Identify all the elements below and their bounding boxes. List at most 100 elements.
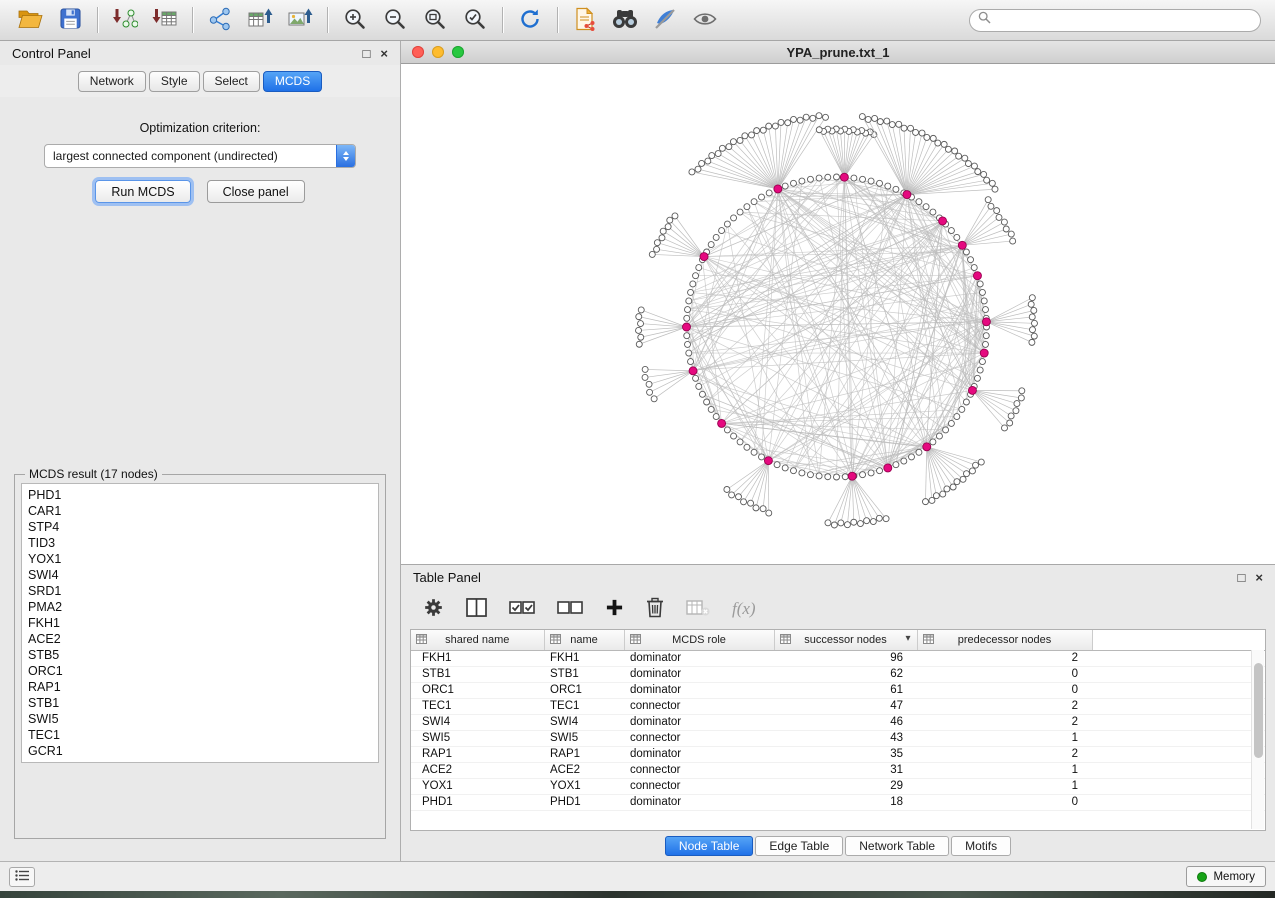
- cell-name[interactable]: TEC1: [544, 698, 624, 714]
- cell-predecessor-nodes[interactable]: 1: [917, 730, 1092, 746]
- cell-shared-name[interactable]: ORC1: [411, 682, 544, 698]
- table-row[interactable]: SWI5SWI5connector431: [411, 730, 1265, 746]
- select-all-button[interactable]: [509, 599, 535, 620]
- mcds-result-item[interactable]: RAP1: [28, 679, 372, 695]
- table-row[interactable]: SWI4SWI4dominator462: [411, 714, 1265, 730]
- cell-mcds-role[interactable]: connector: [624, 762, 774, 778]
- cell-predecessor-nodes[interactable]: 2: [917, 698, 1092, 714]
- cell-mcds-role[interactable]: connector: [624, 698, 774, 714]
- cell-mcds-role[interactable]: connector: [624, 778, 774, 794]
- hide-selected-button[interactable]: [645, 4, 685, 36]
- refresh-button[interactable]: [510, 4, 550, 36]
- run-mcds-button[interactable]: Run MCDS: [95, 180, 190, 203]
- table-row[interactable]: STB1STB1dominator620: [411, 666, 1265, 682]
- table-row[interactable]: ORC1ORC1dominator610: [411, 682, 1265, 698]
- add-column-button[interactable]: [605, 598, 624, 620]
- mcds-result-item[interactable]: STB5: [28, 647, 372, 663]
- mcds-result-item[interactable]: TID3: [28, 535, 372, 551]
- table-row[interactable]: RAP1RAP1dominator352: [411, 746, 1265, 762]
- import-network-button[interactable]: [105, 4, 145, 36]
- cell-predecessor-nodes[interactable]: 2: [917, 650, 1092, 666]
- cell-successor-nodes[interactable]: 29: [774, 778, 917, 794]
- cell-mcds-role[interactable]: dominator: [624, 746, 774, 762]
- mcds-result-item[interactable]: PHD1: [28, 487, 372, 503]
- criterion-dropdown[interactable]: largest connected component (undirected): [44, 144, 356, 168]
- tab-network[interactable]: Network: [78, 71, 146, 92]
- cell-name[interactable]: RAP1: [544, 746, 624, 762]
- table-row[interactable]: ACE2ACE2connector311: [411, 762, 1265, 778]
- show-columns-button[interactable]: [466, 598, 487, 620]
- cell-predecessor-nodes[interactable]: 0: [917, 682, 1092, 698]
- cell-successor-nodes[interactable]: 96: [774, 650, 917, 666]
- tab-edge-table[interactable]: Edge Table: [755, 836, 843, 856]
- cell-name[interactable]: STB1: [544, 666, 624, 682]
- cell-shared-name[interactable]: YOX1: [411, 778, 544, 794]
- table-row[interactable]: FKH1FKH1dominator962: [411, 650, 1265, 666]
- cell-shared-name[interactable]: PHD1: [411, 794, 544, 810]
- maximize-window-button[interactable]: [452, 46, 464, 58]
- find-button[interactable]: [605, 4, 645, 36]
- open-session-button[interactable]: [10, 4, 50, 36]
- cell-successor-nodes[interactable]: 46: [774, 714, 917, 730]
- clone-network-button[interactable]: [565, 4, 605, 36]
- network-view[interactable]: [401, 64, 1275, 564]
- zoom-selected-button[interactable]: [455, 4, 495, 36]
- tab-select[interactable]: Select: [203, 71, 260, 92]
- mcds-result-item[interactable]: GCR1: [28, 743, 372, 759]
- cell-name[interactable]: YOX1: [544, 778, 624, 794]
- tab-style[interactable]: Style: [149, 71, 200, 92]
- cell-mcds-role[interactable]: dominator: [624, 666, 774, 682]
- minimize-window-button[interactable]: [432, 46, 444, 58]
- column-header-predecessor-nodes[interactable]: predecessor nodes: [917, 630, 1092, 650]
- mcds-result-item[interactable]: SRD1: [28, 583, 372, 599]
- save-session-button[interactable]: [50, 4, 90, 36]
- table-scrollbar-thumb[interactable]: [1254, 663, 1263, 758]
- table-row[interactable]: YOX1YOX1connector291: [411, 778, 1265, 794]
- tab-motifs[interactable]: Motifs: [951, 836, 1011, 856]
- mcds-result-item[interactable]: PMA2: [28, 599, 372, 615]
- mcds-result-item[interactable]: FKH1: [28, 615, 372, 631]
- mcds-result-item[interactable]: ORC1: [28, 663, 372, 679]
- table-settings-button[interactable]: [423, 597, 444, 621]
- table-scrollbar[interactable]: [1251, 650, 1264, 829]
- cell-predecessor-nodes[interactable]: 0: [917, 794, 1092, 810]
- delete-column-button[interactable]: [646, 597, 664, 621]
- table-row[interactable]: TEC1TEC1connector472: [411, 698, 1265, 714]
- close-table-panel-button[interactable]: ×: [1255, 571, 1263, 584]
- cell-shared-name[interactable]: ACE2: [411, 762, 544, 778]
- mcds-result-item[interactable]: SWI5: [28, 711, 372, 727]
- tab-network-table[interactable]: Network Table: [845, 836, 949, 856]
- network-graph[interactable]: [401, 64, 1275, 564]
- cell-predecessor-nodes[interactable]: 1: [917, 778, 1092, 794]
- mcds-result-item[interactable]: CAR1: [28, 503, 372, 519]
- search-input[interactable]: [996, 13, 1252, 27]
- close-window-button[interactable]: [412, 46, 424, 58]
- cell-successor-nodes[interactable]: 62: [774, 666, 917, 682]
- show-hidden-button[interactable]: [685, 4, 725, 36]
- export-table-button[interactable]: [240, 4, 280, 36]
- cell-successor-nodes[interactable]: 31: [774, 762, 917, 778]
- cell-mcds-role[interactable]: dominator: [624, 682, 774, 698]
- cell-mcds-role[interactable]: dominator: [624, 714, 774, 730]
- cell-successor-nodes[interactable]: 35: [774, 746, 917, 762]
- cell-predecessor-nodes[interactable]: 2: [917, 714, 1092, 730]
- column-header-mcds-role[interactable]: MCDS role: [624, 630, 774, 650]
- cell-name[interactable]: ORC1: [544, 682, 624, 698]
- mcds-result-item[interactable]: STB1: [28, 695, 372, 711]
- cell-shared-name[interactable]: STB1: [411, 666, 544, 682]
- mcds-result-item[interactable]: SWI4: [28, 567, 372, 583]
- cell-mcds-role[interactable]: connector: [624, 730, 774, 746]
- column-header-successor-nodes[interactable]: successor nodes▾: [774, 630, 917, 650]
- cell-shared-name[interactable]: SWI4: [411, 714, 544, 730]
- memory-button[interactable]: Memory: [1186, 866, 1266, 887]
- deselect-all-button[interactable]: [557, 599, 583, 620]
- cell-successor-nodes[interactable]: 47: [774, 698, 917, 714]
- close-panel-button[interactable]: ×: [380, 47, 388, 60]
- column-header-name[interactable]: name: [544, 630, 624, 650]
- tab-mcds[interactable]: MCDS: [263, 71, 322, 92]
- cell-predecessor-nodes[interactable]: 2: [917, 746, 1092, 762]
- zoom-in-button[interactable]: [335, 4, 375, 36]
- cell-name[interactable]: PHD1: [544, 794, 624, 810]
- cell-mcds-role[interactable]: dominator: [624, 650, 774, 666]
- float-panel-button[interactable]: □: [363, 47, 371, 60]
